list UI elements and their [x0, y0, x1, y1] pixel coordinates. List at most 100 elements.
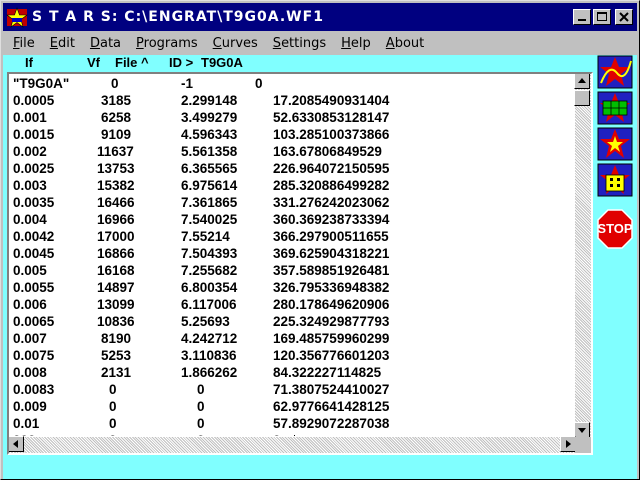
cell-col1: 0.0083	[13, 382, 55, 397]
arrow-up-icon	[578, 78, 586, 83]
arrow-right-icon	[566, 440, 571, 448]
vertical-scrollbar[interactable]	[574, 74, 591, 438]
cell-col4: 366.297900511655	[273, 229, 389, 244]
cell-col3: 7.255682	[181, 263, 238, 278]
cell-col1: 0.0015	[13, 127, 55, 142]
title-bar[interactable]: S T A R S: C:\ENGRAT\T9G0A.WF1	[3, 3, 637, 31]
minimize-button[interactable]	[573, 9, 591, 25]
cell-col2: 3185	[101, 93, 132, 108]
cell-col2: 17000	[97, 229, 135, 244]
menu-mnemonic: S	[272, 35, 282, 51]
cell-col1: "T9G0A"	[13, 76, 70, 91]
cell-col3: 2.299148	[181, 93, 238, 108]
cell-col3: 7.361865	[181, 195, 238, 210]
scroll-down-button[interactable]	[574, 422, 590, 438]
plot-data-button[interactable]	[597, 91, 633, 125]
star-tool-button[interactable]	[597, 127, 633, 161]
cell-col3: 6.800354	[181, 280, 238, 295]
menu-label-rest: ettings	[281, 35, 327, 51]
cell-col4: 326.795336948382	[273, 280, 390, 295]
close-icon	[619, 12, 629, 22]
cell-col3: 0	[197, 382, 205, 397]
data-row: 0.0055 14897 6.800354 326.795336948382	[9, 280, 575, 297]
menu-label-rest: ata	[99, 35, 122, 51]
cell-col3: 3.110836	[181, 348, 237, 363]
menu-curves[interactable]: Curves	[203, 36, 263, 51]
vertical-scroll-thumb[interactable]	[574, 90, 590, 106]
scroll-right-button[interactable]	[560, 436, 576, 452]
menu-mnemonic: C	[212, 35, 222, 51]
chart-curve-icon	[597, 55, 633, 89]
data-text-area[interactable]: "T9G0A" 0 -1 0 0.0005 3185 2.299148 17.20854909…	[9, 74, 575, 436]
menu-label-rest: elp	[350, 35, 371, 51]
data-row: 0.009 0 0 62.9776641428125	[9, 399, 575, 416]
cell-col3: 6.975614	[181, 178, 238, 193]
scrollbar-corner	[575, 437, 591, 453]
cell-col4: 71.3807524410027	[273, 382, 390, 397]
cell-col4: 84.322227114825	[273, 365, 382, 380]
minimize-icon	[578, 19, 586, 21]
data-row: 999999	[9, 433, 575, 436]
cell-col1: 0.0035	[13, 195, 55, 210]
data-row: 0.008 2131 1.866262 84.322227114825	[9, 365, 575, 382]
cell-col3: 5.25693	[181, 314, 230, 329]
menu-mnemonic: D	[89, 35, 100, 51]
cell-col2: 16966	[97, 212, 135, 227]
cell-col1: 0.0075	[13, 348, 55, 363]
maximize-button[interactable]	[593, 9, 611, 25]
cell-col1: 0.009	[13, 399, 47, 414]
header-if: If	[25, 55, 33, 70]
cell-col2: 8190	[101, 331, 132, 346]
window-title: S T A R S: C:\ENGRAT\T9G0A.WF1	[32, 9, 324, 25]
menu-mnemonic: P	[136, 35, 144, 51]
stop-button[interactable]: STOP	[597, 209, 633, 249]
cell-col4: 103.285100373866	[273, 127, 390, 142]
cell-col1: 0.002	[13, 144, 47, 159]
data-row: 0.006 13099 6.117006 280.178649620906	[9, 297, 575, 314]
cell-col4: 226.964072150595	[273, 161, 390, 176]
horizontal-scrollbar[interactable]	[9, 436, 576, 453]
cell-col2: 0	[109, 416, 117, 431]
data-editor[interactable]: "T9G0A" 0 -1 0 0.0005 3185 2.299148 17.20854909…	[7, 72, 593, 455]
header-vf: Vf	[87, 55, 100, 70]
cell-col3: 0	[197, 399, 205, 414]
close-button[interactable]	[615, 9, 633, 25]
data-row: 0.0015 9109 4.596343 103.285100373866	[9, 127, 575, 144]
arrow-left-icon	[13, 440, 18, 448]
cell-col4: 9	[273, 433, 281, 436]
cell-col4: 369.625904318221	[273, 246, 390, 261]
cell-col3: 0	[197, 416, 205, 431]
plot-curve-button[interactable]	[597, 55, 633, 89]
column-header: If Vf File ^ ID > T9G0A	[3, 55, 603, 71]
menu-programs[interactable]: Programs	[126, 36, 203, 51]
menu-mnemonic: E	[49, 35, 58, 51]
scroll-up-button[interactable]	[574, 74, 590, 89]
menu-about[interactable]: About	[376, 36, 429, 51]
data-row: 0.001 6258 3.499279 52.6330853128147	[9, 110, 575, 127]
data-row: 0.007 8190 4.242712 169.485759960299	[9, 331, 575, 348]
cell-col2: 5253	[101, 348, 132, 363]
menu-help[interactable]: Help	[331, 36, 376, 51]
building-tool-button[interactable]	[597, 163, 633, 197]
menu-file[interactable]: File	[3, 36, 40, 51]
cell-col4: 357.589851926481	[273, 263, 390, 278]
menu-label-rest: bout	[394, 35, 425, 51]
cell-col4: 280.178649620906	[273, 297, 390, 312]
data-row: 0.004 16966 7.540025 360.369238733394	[9, 212, 575, 229]
menu-data[interactable]: Data	[80, 36, 126, 51]
menu-settings[interactable]: Settings	[263, 36, 331, 51]
scroll-left-button[interactable]	[9, 436, 24, 452]
cell-col2: 0	[111, 76, 119, 91]
cell-col3: 4.242712	[181, 331, 238, 346]
cell-col4: 331.276242023062	[273, 195, 390, 210]
cell-col1: 0.005	[13, 263, 47, 278]
data-row: 0.01 0 0 57.8929072287038	[9, 416, 575, 433]
cell-col3: 7.540025	[181, 212, 238, 227]
cell-col4: 52.6330853128147	[273, 110, 390, 125]
menu-edit[interactable]: Edit	[40, 36, 80, 51]
data-row: 0.0075 5253 3.110836 120.356776601203	[9, 348, 575, 365]
cell-col2: 10836	[97, 314, 135, 329]
stars-app-icon[interactable]	[6, 6, 28, 28]
cell-col1: 0.01	[13, 416, 40, 431]
cell-col2: 9109	[101, 127, 132, 142]
